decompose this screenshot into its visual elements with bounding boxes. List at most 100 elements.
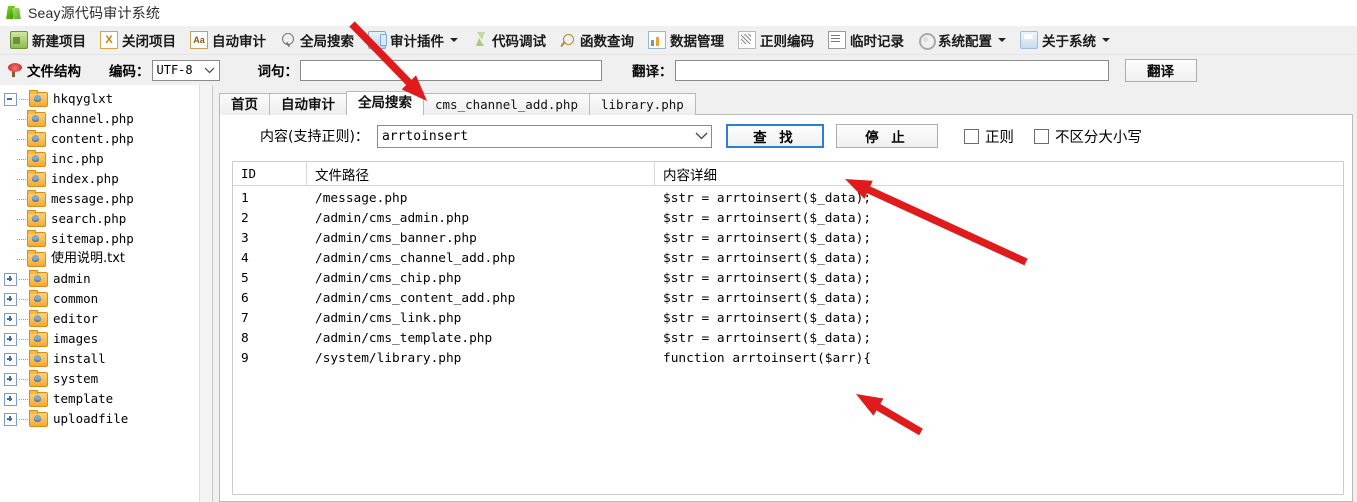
tab-4[interactable]: library.php	[589, 93, 696, 115]
folder-icon	[27, 109, 46, 127]
about-system-icon	[1020, 31, 1038, 49]
stop-button[interactable]: 停 止	[835, 124, 938, 148]
tree-item[interactable]: channel.php	[4, 109, 212, 129]
tree-item-label: uploadfile	[53, 411, 129, 426]
tree-item[interactable]: template	[4, 389, 212, 409]
tree-item-label: channel.php	[51, 111, 134, 126]
tree-line	[17, 134, 27, 145]
table-row[interactable]: 6/admin/cms_content_add.php $str = arrtoi…	[233, 288, 1343, 308]
menu-item-temp-note[interactable]: 临时记录	[822, 28, 910, 52]
menu-item-function-query[interactable]: 函数查询	[554, 28, 640, 52]
tab-1[interactable]: 自动审计	[269, 93, 347, 115]
expand-toggle-icon[interactable]	[4, 332, 17, 346]
tab-0[interactable]: 首页	[219, 93, 270, 115]
table-row[interactable]: 9/system/library.php function arrtoinsert…	[233, 348, 1343, 368]
folder-icon	[27, 249, 46, 267]
menu-item-global-search[interactable]: 全局搜索	[274, 28, 360, 52]
menu-label: 系统配置	[938, 34, 992, 50]
cell-content-detail: $str = arrtoinsert($_data);	[663, 190, 872, 206]
tree-item-label: index.php	[51, 171, 119, 186]
window-title: Seay源代码审计系统	[28, 5, 161, 21]
menu-item-audit-plugin[interactable]: 审计插件	[362, 28, 464, 52]
table-row[interactable]: 2/admin/cms_admin.php $str = arrtoinsert(…	[233, 208, 1343, 228]
expand-toggle-icon[interactable]	[4, 272, 17, 286]
menu-item-data-manage[interactable]: 数据管理	[642, 28, 730, 52]
menu-item-new-project[interactable]: 新建项目	[4, 28, 92, 52]
translate-button[interactable]: 翻译	[1124, 58, 1197, 82]
chevron-down-icon[interactable]	[695, 126, 709, 147]
table-row[interactable]: 8/admin/cms_template.php $str = arrtoinse…	[233, 328, 1343, 348]
phrase-input[interactable]	[300, 59, 602, 81]
tree-item-label: 使用说明.txt	[51, 251, 126, 266]
tree-item[interactable]: images	[4, 329, 212, 349]
search-input[interactable]: arrtoinsert	[376, 124, 712, 148]
tree-root-node[interactable]: hkqyglxt	[4, 89, 212, 109]
tree-item[interactable]: common	[4, 289, 212, 309]
folder-icon	[27, 129, 46, 147]
table-row[interactable]: 4/admin/cms_channel_add.php $str = arrtoi…	[233, 248, 1343, 268]
tree-item[interactable]: search.php	[4, 209, 212, 229]
table-row[interactable]: 3/admin/cms_banner.php $str = arrtoinsert…	[233, 228, 1343, 248]
cell-file-path: /message.php	[315, 190, 408, 206]
new-project-icon	[10, 31, 28, 49]
tree-item[interactable]: content.php	[4, 129, 212, 149]
tree-item[interactable]: admin	[4, 269, 212, 289]
expand-toggle-icon[interactable]	[4, 312, 17, 326]
main-panel: 首页 自动审计 全局搜索 cms_channel_add.php library.php…	[213, 85, 1357, 502]
tab-3[interactable]: cms_channel_add.php	[423, 93, 590, 115]
encoding-select[interactable]: UTF-8	[151, 59, 220, 81]
menu-item-auto-audit[interactable]: Aa 自动审计	[184, 28, 272, 52]
tree-item[interactable]: editor	[4, 309, 212, 329]
tree-item[interactable]: 使用说明.txt	[4, 249, 212, 269]
temp-note-icon	[828, 31, 846, 49]
tree-item[interactable]: inc.php	[4, 149, 212, 169]
menu-label: 关闭项目	[122, 34, 176, 50]
translate-input[interactable]	[674, 59, 1109, 81]
cell-content-detail: $str = arrtoinsert($_data);	[663, 270, 872, 286]
regex-checkbox[interactable]: 正则	[963, 126, 1014, 147]
tree-item[interactable]: message.php	[4, 189, 212, 209]
table-row[interactable]: 1/message.php $str = arrtoinsert($_data);	[233, 188, 1343, 208]
column-header-path[interactable]: 文件路径	[307, 162, 655, 185]
tree-item[interactable]: install	[4, 349, 212, 369]
collapse-toggle-icon[interactable]	[4, 92, 17, 106]
encoding-label: 编码：	[109, 64, 150, 80]
translate-button-label: 翻译	[1147, 64, 1174, 80]
tree-line	[17, 154, 27, 165]
column-header-detail[interactable]: 内容详细	[655, 162, 1343, 185]
tree-item[interactable]: uploadfile	[4, 409, 212, 429]
folder-icon	[27, 209, 46, 227]
tree-item-label: images	[53, 331, 99, 346]
menu-item-about-system[interactable]: 关于系统	[1014, 28, 1116, 52]
expand-toggle-icon[interactable]	[4, 412, 17, 426]
expand-toggle-icon[interactable]	[4, 292, 17, 306]
table-header-row: ID 文件路径 内容详细	[233, 162, 1343, 186]
ignore-case-checkbox[interactable]: 不区分大小写	[1033, 126, 1142, 147]
tree-item-label: content.php	[51, 131, 134, 146]
checkbox-box-icon	[1033, 128, 1049, 144]
table-row[interactable]: 5/admin/cms_chip.php $str = arrtoinsert($…	[233, 268, 1343, 288]
folder-icon	[29, 349, 48, 367]
column-header-id[interactable]: ID	[233, 162, 307, 185]
tree-item[interactable]: sitemap.php	[4, 229, 212, 249]
file-tree-scrollbar[interactable]	[199, 85, 212, 502]
chevron-down-icon	[998, 38, 1006, 42]
cell-file-path: /admin/cms_channel_add.php	[315, 250, 516, 266]
folder-icon	[29, 89, 48, 107]
cell-content-detail: $str = arrtoinsert($_data);	[663, 330, 872, 346]
menu-item-code-debug[interactable]: 代码调试	[466, 28, 552, 52]
tree-item[interactable]: system	[4, 369, 212, 389]
expand-toggle-icon[interactable]	[4, 352, 17, 366]
folder-icon	[29, 309, 48, 327]
menu-item-close-project[interactable]: X 关闭项目	[94, 28, 182, 52]
find-button[interactable]: 查 找	[725, 124, 824, 148]
menu-item-regex-encode[interactable]: 正则编码	[732, 28, 820, 52]
table-row[interactable]: 7/admin/cms_link.php $str = arrtoinsert($…	[233, 308, 1343, 328]
expand-toggle-icon[interactable]	[4, 392, 17, 406]
tree-item[interactable]: index.php	[4, 169, 212, 189]
menu-item-system-config[interactable]: 系统配置	[912, 28, 1012, 52]
tab-2[interactable]: 全局搜索	[346, 91, 424, 115]
expand-toggle-icon[interactable]	[4, 372, 17, 386]
folder-icon	[29, 289, 48, 307]
cell-file-path: /admin/cms_chip.php	[315, 270, 462, 286]
